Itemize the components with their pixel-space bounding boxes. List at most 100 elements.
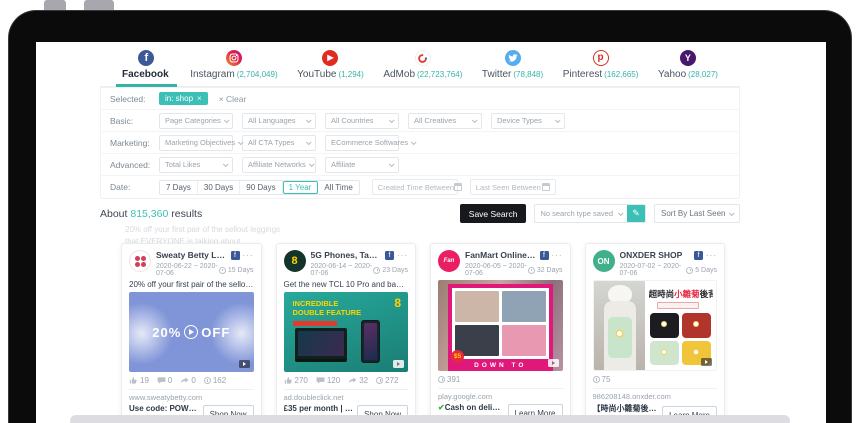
advertiser-avatar: ON	[593, 250, 615, 272]
ad-headline: £35 per month | £30 upfront | ...	[284, 404, 354, 413]
tab-yahoo[interactable]: Y Yahoo(28,027)	[658, 50, 718, 86]
ad-creative-image[interactable]: $5 DOWN TO	[438, 280, 563, 371]
select-ecommerce-softwares[interactable]: ECommerce Softwares	[325, 135, 399, 151]
row-label: Date:	[110, 182, 159, 192]
ad-card: 8 5G Phones, Tablets & SIMs | ... f ··· …	[276, 243, 417, 423]
facebook-icon: f	[385, 251, 394, 260]
select-countries[interactable]: All Countries	[325, 113, 399, 129]
chevron-down-icon	[389, 117, 395, 123]
youtube-icon: ▶	[322, 50, 338, 66]
admob-icon	[415, 50, 431, 66]
pencil-icon[interactable]: ✎	[627, 205, 645, 222]
ad-stats: 75	[593, 375, 718, 389]
close-icon[interactable]: ×	[197, 94, 202, 103]
ad-duration: 15 Days	[228, 267, 254, 274]
tab-facebook[interactable]: f Facebook	[122, 50, 171, 86]
share-icon	[180, 376, 189, 385]
ad-card: Sweaty Betty London | Wom... f ··· 2020-…	[121, 243, 262, 423]
select-languages[interactable]: All Languages	[242, 113, 316, 129]
results-bar: About 815,360 results Save Search No sea…	[100, 204, 740, 223]
advertiser-name[interactable]: ONXDER SHOP	[620, 250, 692, 260]
phone-graphic	[361, 320, 380, 363]
advertiser-name[interactable]: Sweaty Betty London | Wom...	[156, 250, 228, 260]
created-time-input[interactable]: Created Time Between	[372, 179, 458, 195]
date-range-30days[interactable]: 30 Days	[198, 181, 240, 194]
tab-youtube[interactable]: ▶ YouTube(1,294)	[297, 50, 364, 86]
date-range-90days[interactable]: 90 Days	[240, 181, 282, 194]
select-cta-types[interactable]: All CTA Types	[242, 135, 316, 151]
advertiser-avatar: Fan	[438, 250, 460, 272]
ad-url: ad.doubleclick.net	[284, 393, 409, 402]
ad-stats: 270 120 32 272	[284, 376, 409, 390]
select-total-likes[interactable]: Total Likes	[159, 157, 233, 173]
laptop-bezel: f Facebook Instagram(2,704,049) ▶ YouTub…	[8, 10, 852, 423]
select-affiliate[interactable]: Affiliate	[325, 157, 399, 173]
twitter-icon	[505, 50, 521, 66]
advertiser-avatar: 8	[284, 250, 306, 272]
tab-pinterest[interactable]: p Pinterest(162,665)	[563, 50, 639, 86]
ad-creative-image[interactable]: 超時尚小雛菊後背包	[593, 280, 718, 371]
calendar-icon	[454, 183, 462, 191]
selected-filter-tag[interactable]: in: shop×	[159, 92, 208, 105]
more-icon[interactable]: ···	[552, 251, 563, 260]
ad-headline: 【時尚小雛菊後背包】小雛菊刺...	[593, 403, 659, 414]
filter-row-advanced: Advanced: Total Likes Affiliate Networks…	[101, 154, 739, 176]
app-screen: f Facebook Instagram(2,704,049) ▶ YouTub…	[36, 42, 826, 423]
tab-label: AdMob	[383, 69, 415, 80]
network-tabbar: f Facebook Instagram(2,704,049) ▶ YouTub…	[100, 46, 740, 87]
date-range-7days[interactable]: 7 Days	[160, 181, 198, 194]
save-search-button[interactable]: Save Search	[460, 204, 527, 223]
ad-date-range: 2020-07-02 ~ 2020-07-06	[620, 263, 687, 277]
facebook-icon: f	[231, 251, 240, 260]
advertiser-avatar	[129, 250, 151, 272]
advertiser-name[interactable]: FanMart Online Shopping - F...	[465, 250, 537, 260]
tab-instagram[interactable]: Instagram(2,704,049)	[190, 50, 277, 86]
select-creatives[interactable]: All Creatives	[408, 113, 482, 129]
yahoo-icon: Y	[680, 50, 696, 66]
filter-row-selected: Selected: in: shop× × Clear	[101, 88, 739, 110]
facebook-icon: f	[694, 251, 703, 260]
date-range-segment: 7 Days 30 Days 90 Days 1 Year All Time	[159, 180, 360, 195]
more-icon[interactable]: ···	[706, 251, 717, 260]
more-icon[interactable]: ···	[243, 251, 254, 260]
tab-label: Pinterest	[563, 69, 602, 80]
instagram-icon	[226, 50, 242, 66]
clock-icon	[438, 376, 445, 383]
saved-search-select[interactable]: No search type saved ✎	[534, 204, 646, 223]
video-icon	[239, 360, 250, 368]
select-affiliate-networks[interactable]: Affiliate Networks	[242, 157, 316, 173]
tab-admob[interactable]: AdMob(22,723,764)	[383, 50, 462, 86]
ad-headline: Use code: POWER20	[129, 404, 199, 413]
chevron-down-icon	[389, 161, 395, 167]
date-range-1year[interactable]: 1 Year	[283, 181, 319, 194]
ad-creative-image[interactable]: Incredible Double Feature 8	[284, 292, 409, 372]
tab-label: Instagram	[190, 69, 234, 80]
sort-select[interactable]: Sort By Last Seen	[654, 204, 740, 223]
clock-icon	[204, 377, 211, 384]
chevron-down-icon	[618, 210, 624, 216]
select-page-categories[interactable]: Page Categories	[159, 113, 233, 129]
tab-twitter[interactable]: Twitter(78,848)	[482, 50, 543, 86]
ad-duration: 32 Days	[537, 267, 563, 274]
select-device-types[interactable]: Device Types	[491, 113, 565, 129]
clear-filters-link[interactable]: × Clear	[219, 94, 247, 104]
advertiser-name[interactable]: 5G Phones, Tablets & SIMs | ...	[311, 250, 383, 260]
ad-creative-image[interactable]: 20% OFF	[129, 292, 254, 372]
chevron-down-icon	[223, 161, 229, 167]
ad-date-range: 2020-06-22 ~ 2020-07-06	[156, 263, 219, 277]
tab-label: Twitter	[482, 69, 511, 80]
date-range-alltime[interactable]: All Time	[318, 181, 358, 194]
more-icon[interactable]: ···	[397, 251, 408, 260]
chevron-down-icon	[224, 117, 230, 123]
tv-graphic	[295, 328, 347, 359]
ad-url: play.google.com	[438, 392, 563, 401]
ad-text: 20% off your first pair of the sellout l…	[129, 280, 254, 289]
chevron-down-icon	[309, 161, 315, 167]
ad-results-grid: Sweaty Betty London | Wom... f ··· 2020-…	[121, 243, 725, 423]
ad-date-range: 2020-06-14 ~ 2020-07-06	[311, 263, 374, 277]
brand-badge: 8	[394, 296, 401, 310]
select-marketing-objectives[interactable]: Marketing Objectives	[159, 135, 233, 151]
row-label: Marketing:	[110, 138, 159, 148]
like-icon	[129, 376, 138, 385]
last-seen-input[interactable]: Last Seen Between	[470, 179, 556, 195]
